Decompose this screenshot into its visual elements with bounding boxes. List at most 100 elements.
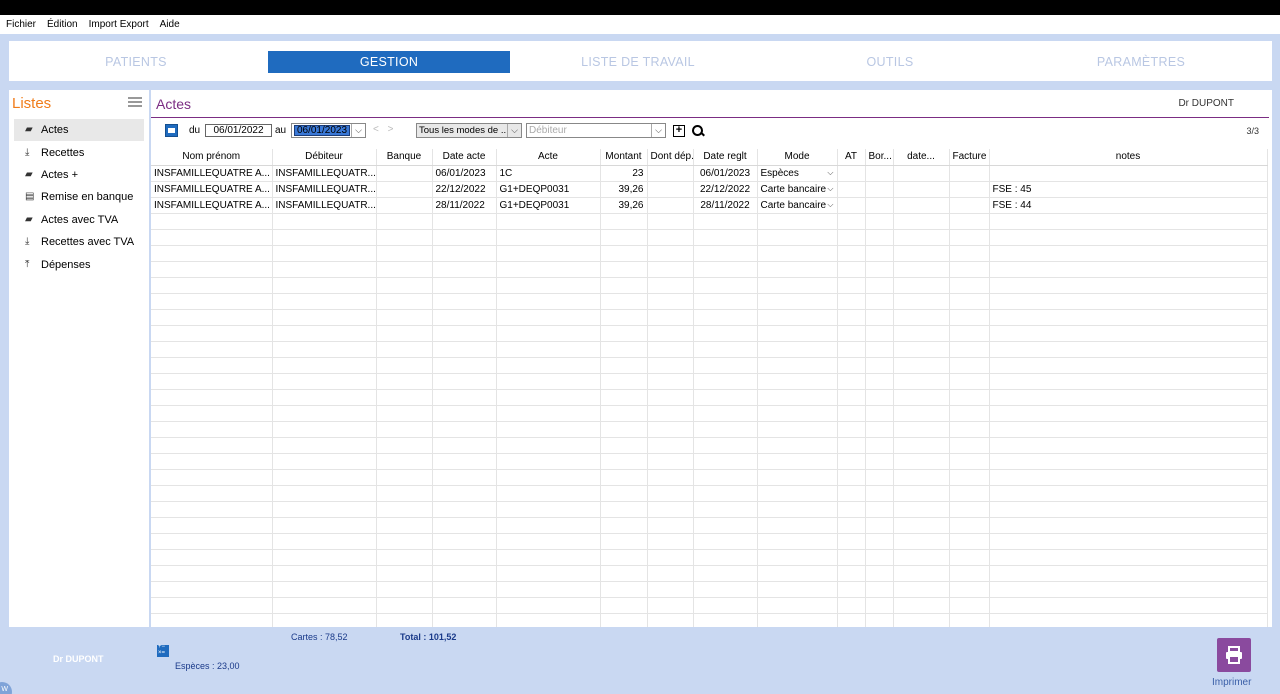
sidebar-item-depenses[interactable]: ⤒ Dépenses	[14, 253, 144, 275]
empty-cell	[757, 309, 838, 326]
to-date-field[interactable]: 06/01/2023 ⌵	[291, 123, 366, 138]
tab-outils[interactable]: OUTILS	[769, 51, 1011, 73]
empty-cell	[376, 565, 433, 582]
cell-mode[interactable]: Carte bancaire ⌵	[757, 197, 838, 214]
menu-import-export[interactable]: Import Export	[89, 19, 149, 30]
empty-cell	[432, 309, 497, 326]
calculator-icon[interactable]	[157, 644, 169, 657]
from-date-field[interactable]: 06/01/2022	[205, 124, 272, 137]
calendar-icon[interactable]	[165, 124, 178, 137]
empty-cell	[647, 533, 694, 550]
column-header[interactable]: Facture	[949, 149, 990, 166]
cell-bor	[865, 197, 894, 214]
chevron-down-icon[interactable]: ⌵	[827, 168, 833, 179]
empty-cell	[893, 485, 950, 502]
empty-cell	[989, 293, 1268, 310]
sidebar-item-actes[interactable]: ▰ Actes	[14, 119, 144, 142]
cell-at	[837, 197, 866, 214]
tab-parametres[interactable]: PARAMÈTRES	[1020, 51, 1262, 73]
sidebar-item-recettes[interactable]: ⤓ Recettes	[14, 141, 144, 163]
empty-cell	[432, 341, 497, 358]
empty-cell	[432, 293, 497, 310]
chevron-down-icon[interactable]: ⌵	[651, 124, 665, 137]
sidebar-item-actes-avec-tva[interactable]: ▰ Actes avec TVA	[14, 209, 144, 231]
empty-cell	[496, 357, 601, 374]
print-label[interactable]: Imprimer	[1212, 677, 1251, 688]
search-icon[interactable]	[691, 124, 704, 137]
add-button[interactable]: +	[673, 125, 685, 137]
column-header[interactable]: AT	[837, 149, 866, 166]
empty-cell	[865, 245, 894, 262]
empty-cell	[496, 517, 601, 534]
chevron-down-icon[interactable]: ⌵	[507, 124, 521, 137]
column-header[interactable]: Nom prénom	[151, 149, 273, 166]
cell-mode[interactable]: Carte bancaire ⌵	[757, 181, 838, 198]
menu-fichier[interactable]: Fichier	[6, 19, 36, 30]
print-button[interactable]	[1217, 638, 1251, 672]
tab-patients[interactable]: PATIENTS	[15, 51, 257, 73]
empty-cell	[949, 309, 990, 326]
empty-cell	[151, 261, 273, 278]
sidebar-item-actes-plus[interactable]: ▰ Actes +	[14, 164, 144, 186]
column-header[interactable]: notes	[989, 149, 1268, 166]
column-header[interactable]: Date acte	[432, 149, 497, 166]
empty-cell	[693, 485, 758, 502]
table-row[interactable]: INSFAMILLEQUATRE A... INSFAMILLEQUATR...…	[151, 181, 1268, 198]
empty-cell	[757, 389, 838, 406]
empty-cell	[949, 597, 990, 614]
column-header[interactable]: Bor...	[865, 149, 894, 166]
empty-cell	[376, 549, 433, 566]
empty-table-row	[151, 421, 1268, 438]
column-header[interactable]: Banque	[376, 149, 433, 166]
table-row[interactable]: INSFAMILLEQUATRE A... INSFAMILLEQUATR...…	[151, 197, 1268, 214]
menu-aide[interactable]: Aide	[160, 19, 180, 30]
sidebar-item-remise-en-banque[interactable]: ▤ Remise en banque	[14, 186, 144, 208]
column-header[interactable]: Acte	[496, 149, 601, 166]
chevron-down-icon[interactable]: ⌵	[827, 184, 833, 195]
footer-doctor-name: Dr DUPONT	[53, 654, 104, 664]
empty-cell	[496, 421, 601, 438]
empty-cell	[693, 437, 758, 454]
debiteur-select[interactable]: Débiteur ⌵	[526, 123, 666, 138]
empty-cell	[865, 229, 894, 246]
column-header[interactable]: date...	[893, 149, 950, 166]
empty-cell	[865, 261, 894, 278]
column-header[interactable]: Date reglt	[693, 149, 758, 166]
empty-cell	[376, 613, 433, 627]
chevron-down-icon[interactable]: ⌵	[827, 200, 833, 211]
cell-mode[interactable]: Espèces ⌵	[757, 165, 838, 182]
sidebar-item-recettes-avec-tva[interactable]: ⤓ Recettes avec TVA	[14, 231, 144, 253]
column-header[interactable]: Débiteur	[272, 149, 377, 166]
tab-liste-de-travail[interactable]: LISTE DE TRAVAIL	[517, 51, 759, 73]
empty-cell	[893, 469, 950, 486]
empty-cell	[837, 357, 866, 374]
cell-date-acte: 06/01/2023	[432, 165, 497, 182]
empty-cell	[647, 245, 694, 262]
empty-cell	[496, 373, 601, 390]
empty-cell	[647, 277, 694, 294]
empty-cell	[837, 277, 866, 294]
empty-cell	[837, 549, 866, 566]
empty-cell	[693, 277, 758, 294]
tab-gestion[interactable]: GESTION	[268, 51, 510, 73]
empty-cell	[693, 373, 758, 390]
empty-cell	[989, 421, 1268, 438]
cell-banque	[376, 197, 433, 214]
column-header[interactable]: Montant	[600, 149, 648, 166]
empty-cell	[893, 245, 950, 262]
empty-table-row	[151, 533, 1268, 550]
hamburger-menu-icon[interactable]	[128, 97, 142, 108]
empty-cell	[272, 277, 377, 294]
printer-icon	[1226, 646, 1242, 664]
column-header[interactable]: Dont dép.	[647, 149, 694, 166]
mode-select[interactable]: Tous les modes de ... ⌵	[416, 123, 522, 138]
empty-table-row	[151, 613, 1268, 627]
empty-cell	[432, 325, 497, 342]
date-nav-arrows[interactable]: < >	[373, 124, 396, 135]
column-header[interactable]: Mode	[757, 149, 838, 166]
chevron-down-icon[interactable]: ⌵	[351, 124, 365, 137]
table-row[interactable]: INSFAMILLEQUATRE A... INSFAMILLEQUATR...…	[151, 165, 1268, 182]
empty-cell	[496, 485, 601, 502]
menu-edition[interactable]: Édition	[47, 19, 78, 30]
empty-cell	[949, 405, 990, 422]
